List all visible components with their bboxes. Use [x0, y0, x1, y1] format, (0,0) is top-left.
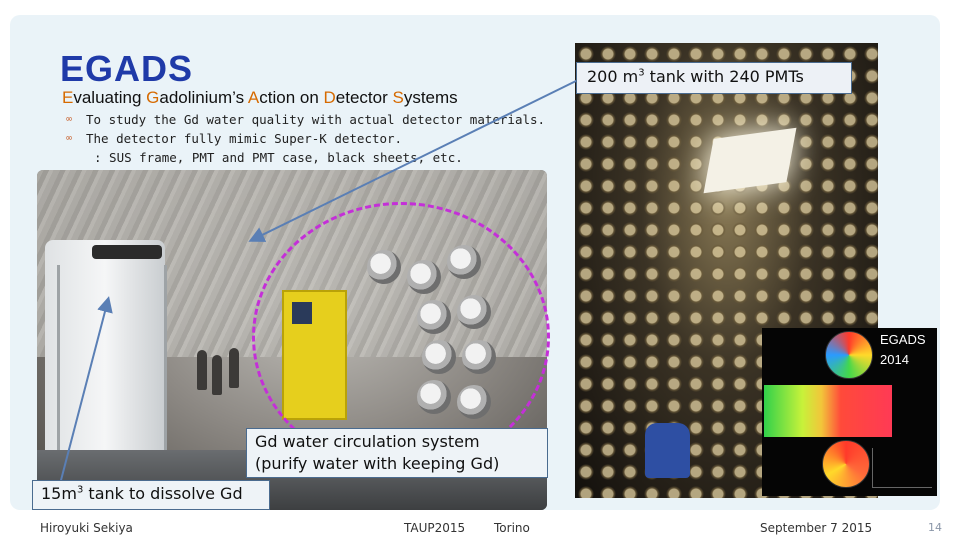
tank15-text: 15m [41, 484, 77, 503]
tank200-text: tank with 240 PMTs [644, 67, 804, 86]
tank15-callout: 15m3 tank to dissolve Gd [32, 480, 270, 510]
footer-date: September 7 2015 [760, 521, 873, 535]
tank200-text: 200 m [587, 67, 639, 86]
page-number: 14 [928, 521, 942, 534]
footer-city: Torino [494, 521, 530, 535]
tank15-text: tank to dissolve Gd [83, 484, 243, 503]
footer-author: Hiroyuki Sekiya [40, 521, 133, 535]
gd-circulation-callout: Gd water circulation system (purify wate… [246, 428, 548, 478]
gd-callout-line2: (purify water with keeping Gd) [255, 454, 500, 473]
tank200-callout: 200 m3 tank with 240 PMTs [576, 62, 852, 94]
arrow-to-dissolve-tank [59, 296, 113, 485]
footer-conference: TAUP2015 [404, 521, 466, 535]
gd-callout-line1: Gd water circulation system [255, 432, 480, 451]
arrow-to-circulation [248, 79, 579, 242]
